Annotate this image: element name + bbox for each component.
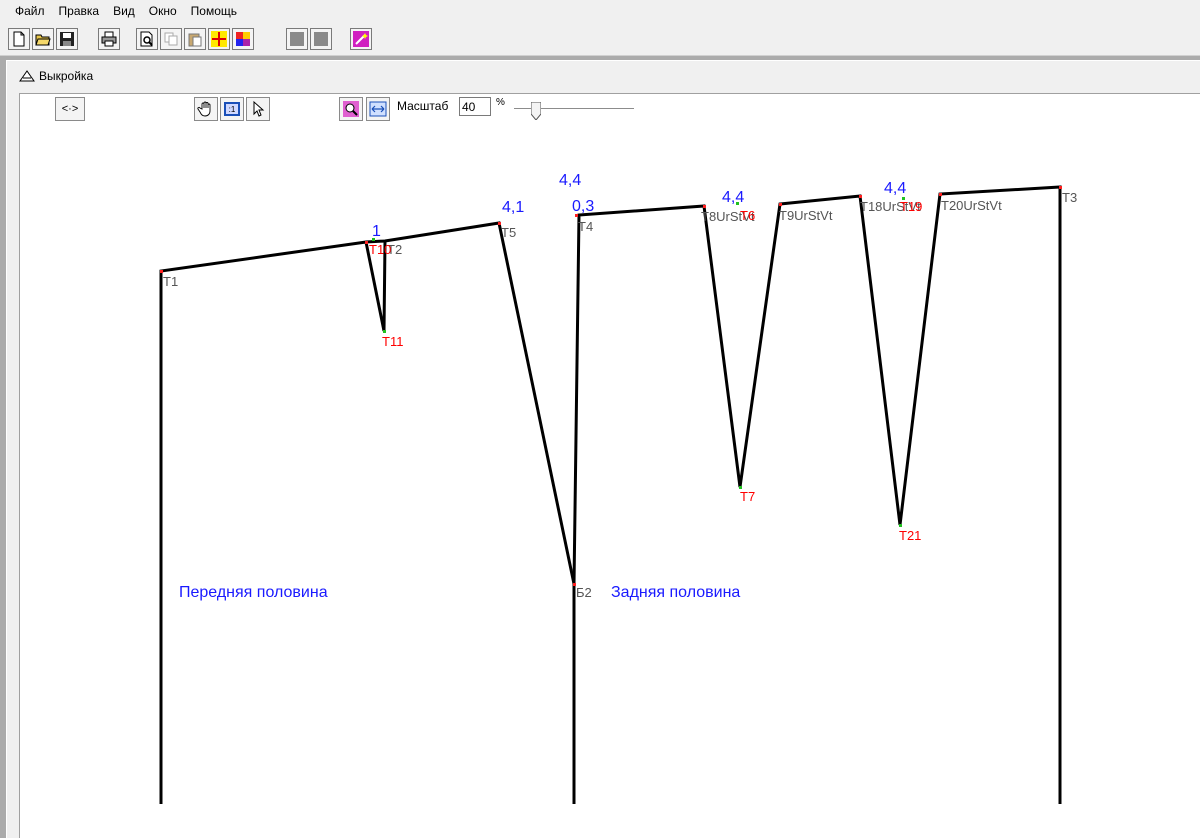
back-outline [572, 185, 1062, 804]
application-window: Файл Правка Вид Окно Помощь Выкройка <·>… [0, 0, 1200, 838]
paste-icon [188, 33, 202, 47]
front-half-label: Передняя половина [179, 584, 328, 601]
magic-wand-button[interactable] [350, 28, 372, 50]
point-label-red: T21 [899, 528, 921, 543]
measurement-label: 0,3 [572, 198, 594, 215]
window-title: Выкройка [39, 69, 94, 83]
copy-button[interactable] [160, 28, 182, 50]
back-half-label: Задняя половина [611, 584, 740, 601]
new-file-icon [13, 31, 25, 47]
measurement-label: 4,4 [884, 180, 906, 197]
point-label-red: T19 [900, 199, 922, 214]
menu-file[interactable]: Файл [8, 0, 52, 22]
gray-button-2[interactable] [310, 28, 332, 50]
crosshair-icon [211, 31, 227, 47]
measurement-label: 4,1 [502, 199, 524, 216]
menu-window[interactable]: Окно [142, 0, 184, 22]
main-toolbar [0, 22, 1200, 56]
measurement-label: 4,4 [722, 189, 744, 206]
pattern-window: Выкройка <·> :1 Масштаб 40 % 1 4,1 4,4 0… [6, 60, 1200, 838]
point-markers [160, 186, 1062, 586]
print-button[interactable] [98, 28, 120, 50]
crosshair-button[interactable] [208, 28, 230, 50]
point-label-red: T7 [740, 489, 755, 504]
palette-button[interactable] [232, 28, 254, 50]
open-folder-icon [35, 34, 51, 46]
control-markers [372, 197, 905, 527]
point-label: T3 [1062, 190, 1077, 205]
point-label-red: T6 [740, 208, 755, 223]
copy-icon [164, 32, 178, 46]
pattern-window-titlebar: Выкройка [7, 61, 1200, 91]
menu-edit[interactable]: Правка [52, 0, 107, 22]
printer-icon [101, 31, 117, 47]
mdi-workspace: Выкройка <·> :1 Масштаб 40 % 1 4,1 4,4 0… [0, 56, 1200, 838]
pattern-drawing: 1 4,1 4,4 0,3 4,4 4,4 T1 T2 T5 Т4 Б2 T3 … [159, 172, 1077, 804]
point-label: T1 [163, 274, 178, 289]
print-preview-icon [140, 31, 153, 47]
point-label: Т4 [578, 219, 593, 234]
print-preview-button[interactable] [136, 28, 158, 50]
open-file-button[interactable] [32, 28, 54, 50]
measurement-label: 4,4 [559, 172, 581, 189]
floppy-disk-icon [60, 32, 74, 46]
menu-bar: Файл Правка Вид Окно Помощь [0, 0, 1200, 22]
point-label: T5 [501, 225, 516, 240]
menu-view[interactable]: Вид [106, 0, 142, 22]
new-file-button[interactable] [8, 28, 30, 50]
point-label: T9UrStVt [779, 208, 833, 223]
save-button[interactable] [56, 28, 78, 50]
gray-square-icon [314, 32, 328, 46]
pattern-icon [19, 70, 35, 82]
gray-square-icon [290, 32, 304, 46]
menu-help[interactable]: Помощь [184, 0, 244, 22]
point-label: T20UrStVt [941, 198, 1002, 213]
magic-wand-icon [353, 31, 369, 47]
point-label: Б2 [576, 585, 592, 600]
palette-icon [236, 32, 250, 46]
point-label-red: T11 [382, 334, 403, 349]
paste-button[interactable] [184, 28, 206, 50]
gray-button-1[interactable] [286, 28, 308, 50]
point-label-red: T10 [369, 242, 391, 257]
measurement-label: 1 [372, 223, 381, 240]
front-outline [159, 221, 576, 804]
pattern-canvas[interactable]: <·> :1 Масштаб % [19, 93, 1200, 838]
